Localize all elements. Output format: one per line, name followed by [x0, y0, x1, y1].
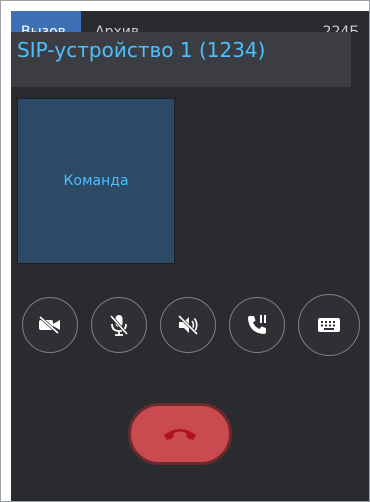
caller-name: SIP-устройство 1 (1234) [17, 38, 266, 62]
video-off-button[interactable] [22, 297, 78, 353]
phone-hangup-icon [164, 429, 196, 440]
video-off-icon [39, 316, 60, 334]
speaker-off-icon [177, 314, 199, 336]
phone-pause-icon [248, 315, 266, 334]
keypad-button[interactable] [298, 294, 360, 356]
command-tile[interactable]: Команда [17, 98, 175, 264]
command-label: Команда [63, 173, 129, 189]
mute-mic-button[interactable] [91, 297, 147, 353]
call-window: Вызов Архив 224Б SIP-устройство 1 (1234)… [0, 0, 370, 502]
mic-off-icon [109, 315, 129, 336]
mute-speaker-button[interactable] [160, 297, 216, 353]
caller-header: SIP-устройство 1 (1234) [11, 32, 351, 87]
hangup-button[interactable] [128, 403, 232, 465]
hold-call-button[interactable] [229, 297, 285, 353]
keyboard-icon [318, 318, 340, 332]
